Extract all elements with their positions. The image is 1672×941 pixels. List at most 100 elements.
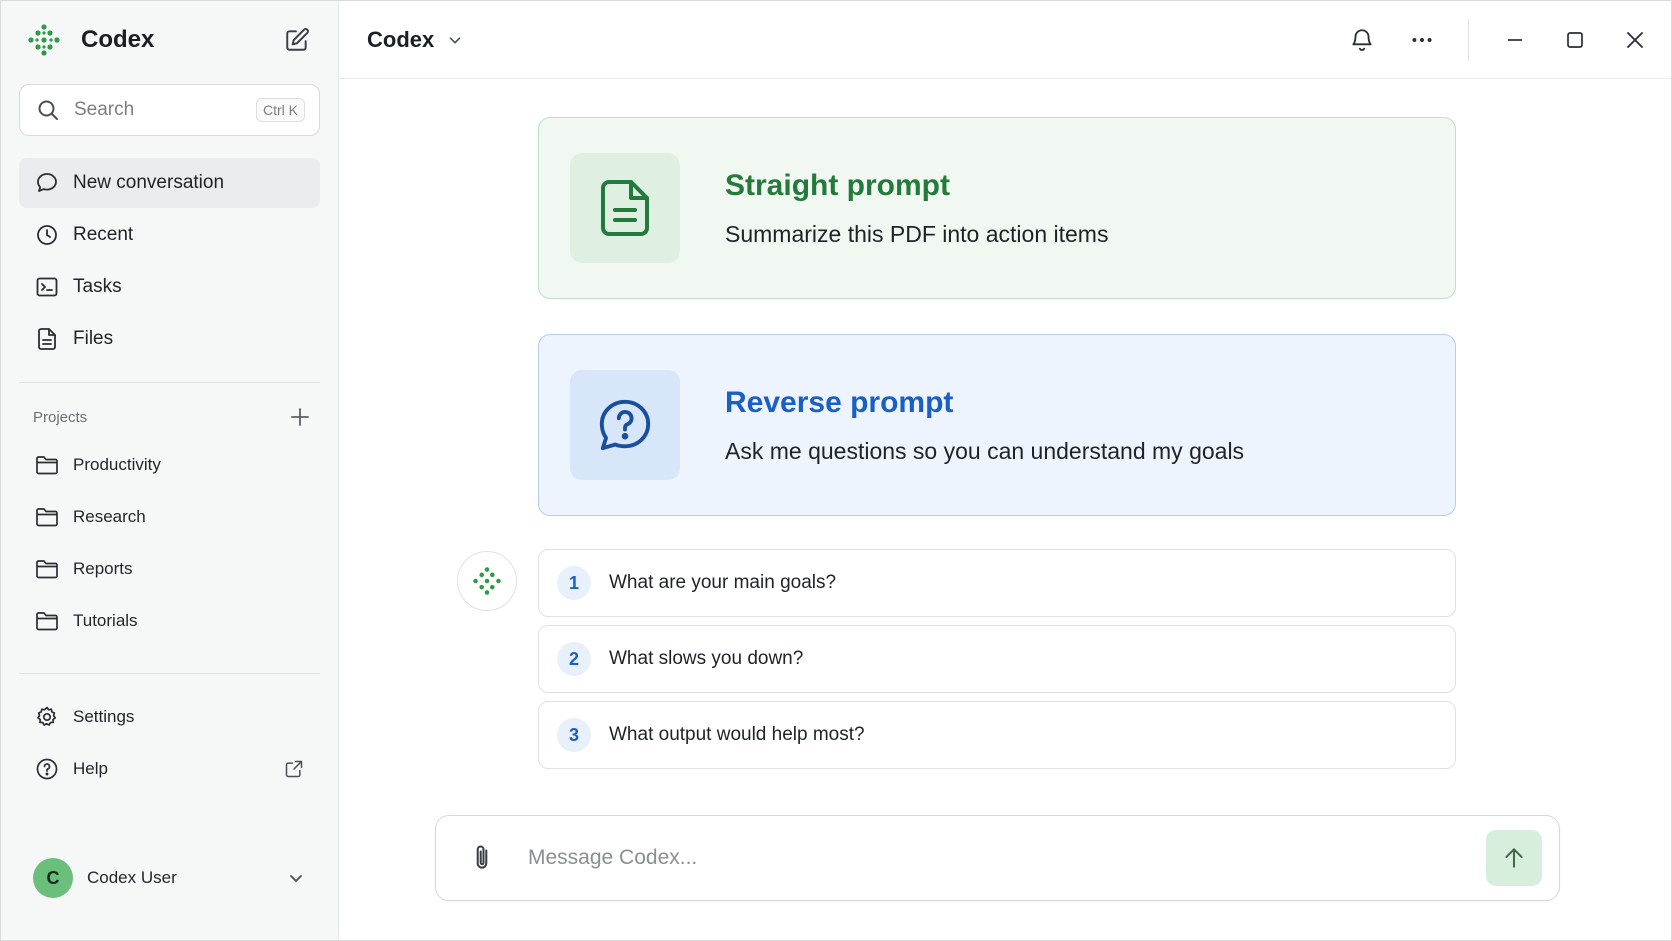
- card-subtitle: Ask me questions so you can understand m…: [725, 437, 1245, 464]
- arrow-up-icon: [1505, 848, 1523, 868]
- question-number-badge: 2: [557, 642, 591, 676]
- more-options-button[interactable]: [1392, 10, 1452, 70]
- nav-recent[interactable]: Recent: [19, 210, 320, 260]
- question-item[interactable]: 3 What output would help most?: [538, 701, 1456, 769]
- help-circle-icon: [36, 758, 58, 780]
- search-placeholder: Search: [74, 99, 135, 120]
- project-item-productivity[interactable]: Productivity: [19, 439, 320, 491]
- user-name: Codex User: [87, 868, 177, 887]
- document-icon: [601, 180, 649, 236]
- new-chat-button[interactable]: [284, 27, 310, 53]
- plus-icon: [291, 408, 309, 426]
- sidebar-header: Codex: [1, 1, 338, 79]
- search-icon: [38, 100, 58, 120]
- user-profile[interactable]: C Codex User: [19, 848, 320, 908]
- close-icon: [1627, 31, 1643, 48]
- projects-heading: Projects: [33, 408, 88, 426]
- codex-logo-icon: [28, 24, 60, 56]
- sidebar-divider: [19, 673, 320, 674]
- message-input[interactable]: [528, 846, 1486, 870]
- projects-list: Productivity Research Reports Tutorials: [1, 439, 338, 647]
- project-label: Reports: [73, 559, 133, 578]
- chat-bubble-icon: [37, 173, 57, 192]
- question-number-badge: 1: [557, 566, 591, 600]
- project-label: Productivity: [73, 455, 161, 474]
- send-button[interactable]: [1486, 830, 1542, 886]
- app-window: Codex Search Ctrl K New conversation Rec…: [0, 0, 1672, 941]
- paperclip-icon: [476, 845, 488, 869]
- add-project-button[interactable]: [290, 407, 310, 427]
- card-subtitle: Summarize this PDF into action items: [725, 220, 1109, 247]
- close-button[interactable]: [1605, 10, 1665, 70]
- question-bubble-icon: [599, 399, 651, 451]
- nav-new-conversation[interactable]: New conversation: [19, 158, 320, 208]
- nav-label: Settings: [73, 707, 135, 726]
- search-box[interactable]: Search Ctrl K: [19, 84, 320, 136]
- folder-icon: [36, 456, 58, 475]
- nav-label: Recent: [73, 224, 134, 245]
- more-horizontal-icon: [1412, 37, 1432, 42]
- questions-list: 1 What are your main goals? 2 What slows…: [538, 549, 1456, 777]
- straight-prompt-card[interactable]: Straight prompt Summarize this PDF into …: [538, 117, 1456, 299]
- primary-nav: New conversation Recent Tasks Files: [1, 158, 338, 364]
- top-bar: Codex: [339, 1, 1671, 79]
- file-icon: [38, 328, 56, 350]
- folder-icon: [36, 560, 58, 579]
- minimize-button[interactable]: [1485, 10, 1545, 70]
- reverse-prompt-card[interactable]: Reverse prompt Ask me questions so you c…: [538, 334, 1456, 516]
- nav-label: New conversation: [73, 172, 225, 193]
- folder-icon: [36, 508, 58, 527]
- gear-icon: [37, 706, 57, 726]
- project-label: Tutorials: [73, 611, 138, 630]
- question-number-badge: 3: [557, 718, 591, 752]
- avatar: C: [33, 858, 73, 898]
- nav-help[interactable]: Help: [19, 744, 320, 794]
- card-text: Straight prompt Summarize this PDF into …: [725, 169, 1108, 248]
- clock-icon: [37, 225, 57, 245]
- question-text: What slows you down?: [609, 648, 804, 669]
- question-text: What are your main goals?: [609, 572, 837, 593]
- card-icon-box: [570, 370, 680, 480]
- maximize-button[interactable]: [1545, 10, 1605, 70]
- nav-tasks[interactable]: Tasks: [19, 262, 320, 312]
- main-panel: Codex Straight prompt Summarize this PDF…: [339, 1, 1671, 940]
- top-bar-actions: [1332, 1, 1671, 78]
- question-item[interactable]: 2 What slows you down?: [538, 625, 1456, 693]
- project-item-tutorials[interactable]: Tutorials: [19, 595, 320, 647]
- toolbar-separator: [1468, 18, 1469, 61]
- folder-icon: [36, 612, 58, 631]
- notifications-button[interactable]: [1332, 10, 1392, 70]
- card-text: Reverse prompt Ask me questions so you c…: [725, 386, 1244, 465]
- edit-icon: [286, 28, 309, 51]
- minimize-icon: [1508, 38, 1522, 41]
- projects-header: Projects: [1, 401, 338, 433]
- bell-icon: [1352, 28, 1372, 51]
- nav-label: Files: [73, 328, 114, 349]
- nav-files[interactable]: Files: [19, 314, 320, 364]
- nav-settings[interactable]: Settings: [19, 692, 320, 742]
- assistant-avatar: [457, 551, 517, 611]
- attach-button[interactable]: [462, 838, 502, 878]
- chevron-down-icon: [290, 875, 302, 882]
- terminal-icon: [36, 277, 58, 297]
- question-text: What output would help most?: [609, 724, 865, 745]
- chevron-down-icon: [449, 36, 461, 44]
- nav-label: Help: [73, 759, 108, 778]
- codex-logo-icon: [473, 567, 501, 595]
- card-icon-box: [570, 153, 680, 263]
- nav-label: Tasks: [73, 276, 122, 297]
- card-title: Reverse prompt: [725, 385, 954, 419]
- app-name: Codex: [81, 26, 155, 53]
- sidebar: Codex Search Ctrl K New conversation Rec…: [1, 1, 339, 940]
- model-label: Codex: [367, 26, 435, 52]
- question-item[interactable]: 1 What are your main goals?: [538, 549, 1456, 617]
- external-link-icon[interactable]: [284, 759, 304, 779]
- maximize-icon: [1567, 31, 1583, 48]
- project-item-research[interactable]: Research: [19, 491, 320, 543]
- search-shortcut-badge: Ctrl K: [256, 98, 305, 122]
- bottom-nav: Settings Help: [1, 692, 338, 794]
- message-composer: [435, 815, 1560, 901]
- model-selector[interactable]: Codex: [367, 27, 464, 53]
- project-item-reports[interactable]: Reports: [19, 543, 320, 595]
- sidebar-divider: [19, 382, 320, 383]
